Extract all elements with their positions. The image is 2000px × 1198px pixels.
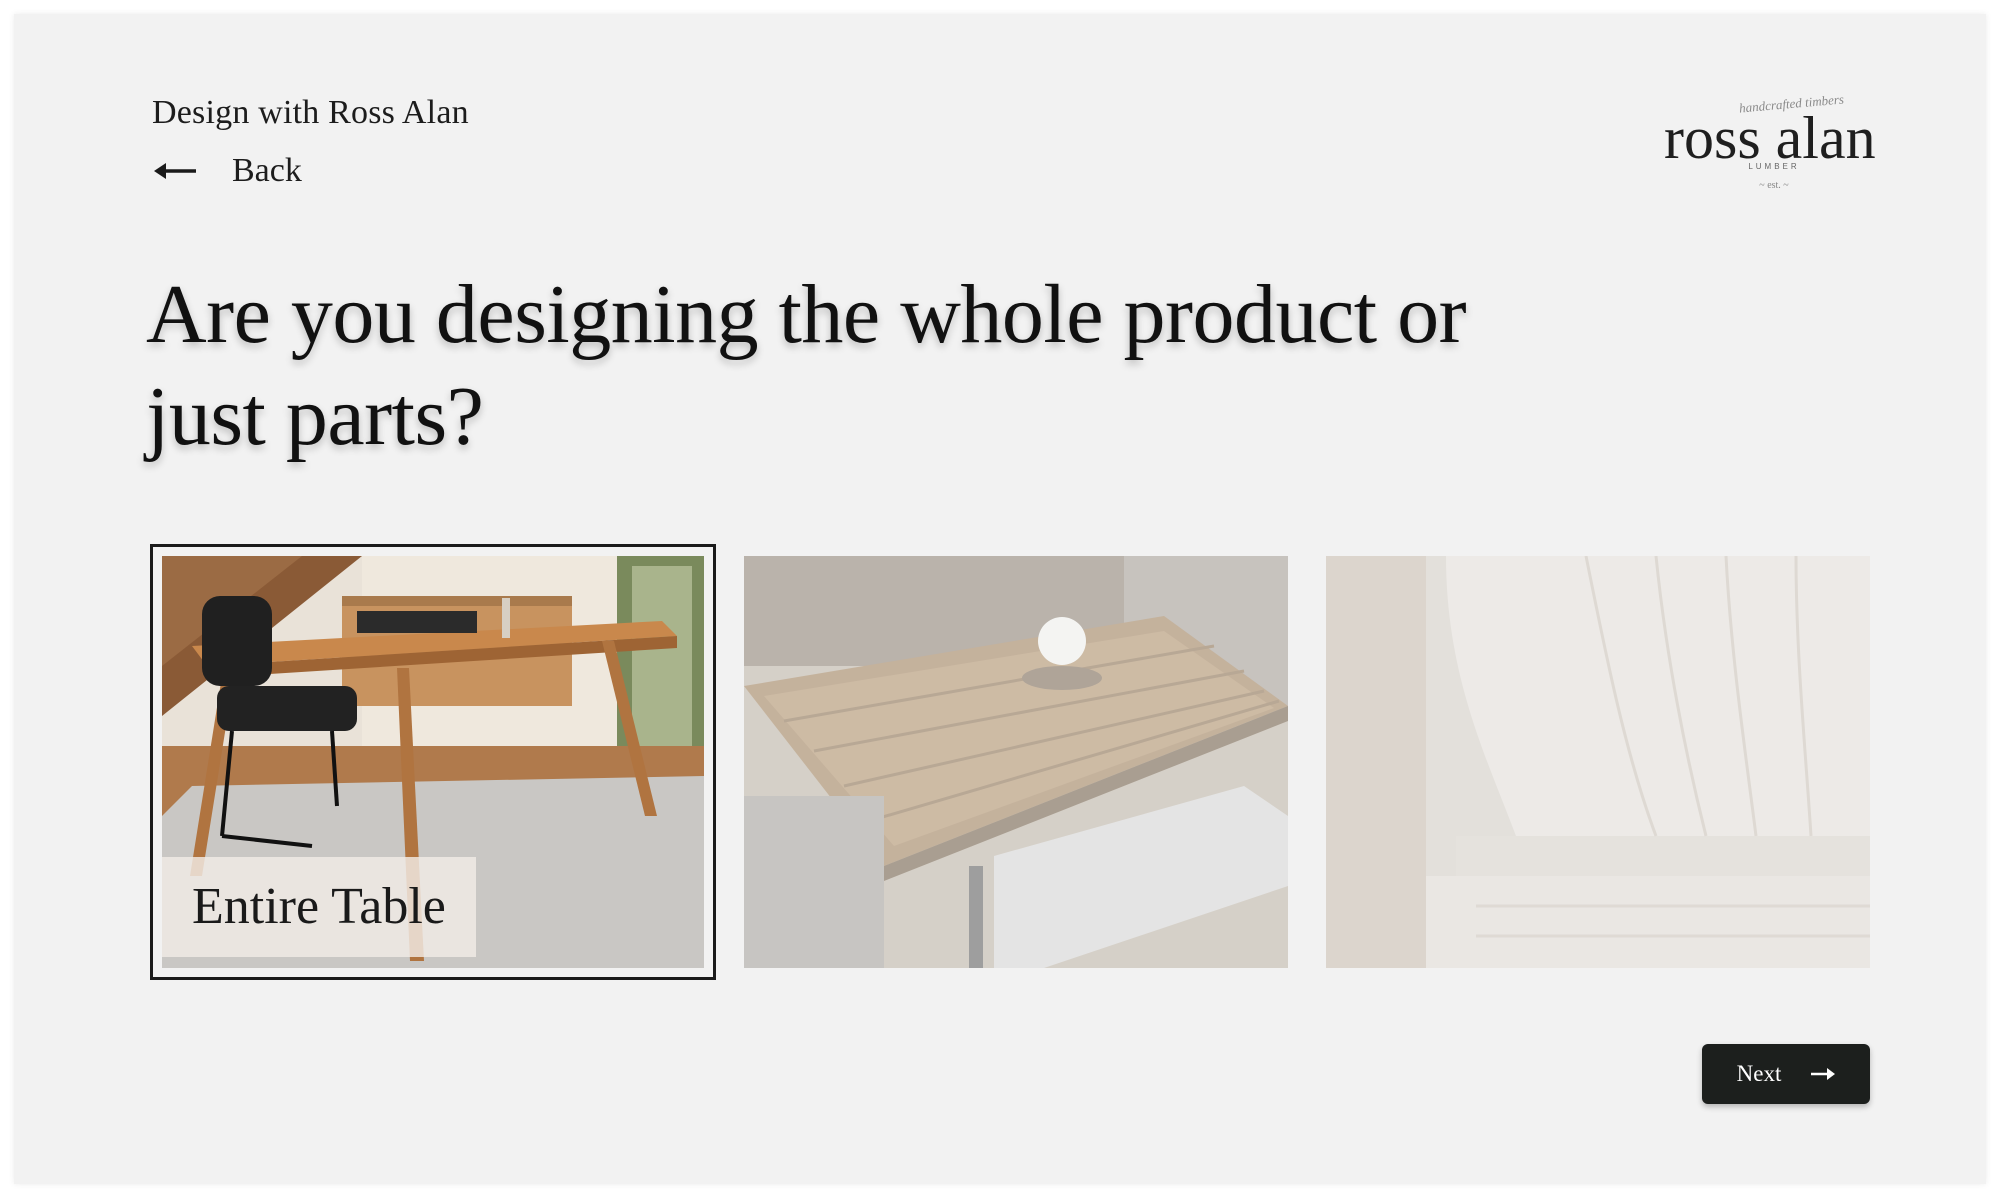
brand-line: Design with Ross Alan [152, 94, 469, 131]
next-button-label: Next [1736, 1061, 1782, 1086]
arrow-right-icon [1811, 1068, 1836, 1080]
option-label-entire-table: Entire Table [162, 857, 476, 957]
ross-alan-logo: handcrafted timbers ross alan LUMBER ~ e… [1654, 91, 1894, 198]
arrow-left-icon [154, 163, 196, 179]
next-button[interactable]: Next [1702, 1044, 1870, 1104]
reclaimed-wood-tabletop-photo [744, 556, 1288, 968]
logo-subtitle: LUMBER [1748, 162, 1800, 171]
back-label: Back [232, 152, 302, 189]
option-card-leg-detail[interactable] [1326, 556, 1870, 968]
question-title: Are you designing the whole product or j… [146, 268, 1467, 463]
option-card-tabletop[interactable] [744, 556, 1288, 968]
option-card-entire-table[interactable]: Entire Table [150, 544, 716, 980]
page-frame: Design with Ross Alan Back handcrafted t… [14, 14, 1986, 1184]
turned-wood-leg-closeup-photo [1326, 556, 1870, 968]
back-link[interactable]: Back [154, 152, 302, 190]
logo-wordmark: ross alan [1664, 105, 1876, 171]
logo-mark: ~ est. ~ [1759, 180, 1789, 191]
